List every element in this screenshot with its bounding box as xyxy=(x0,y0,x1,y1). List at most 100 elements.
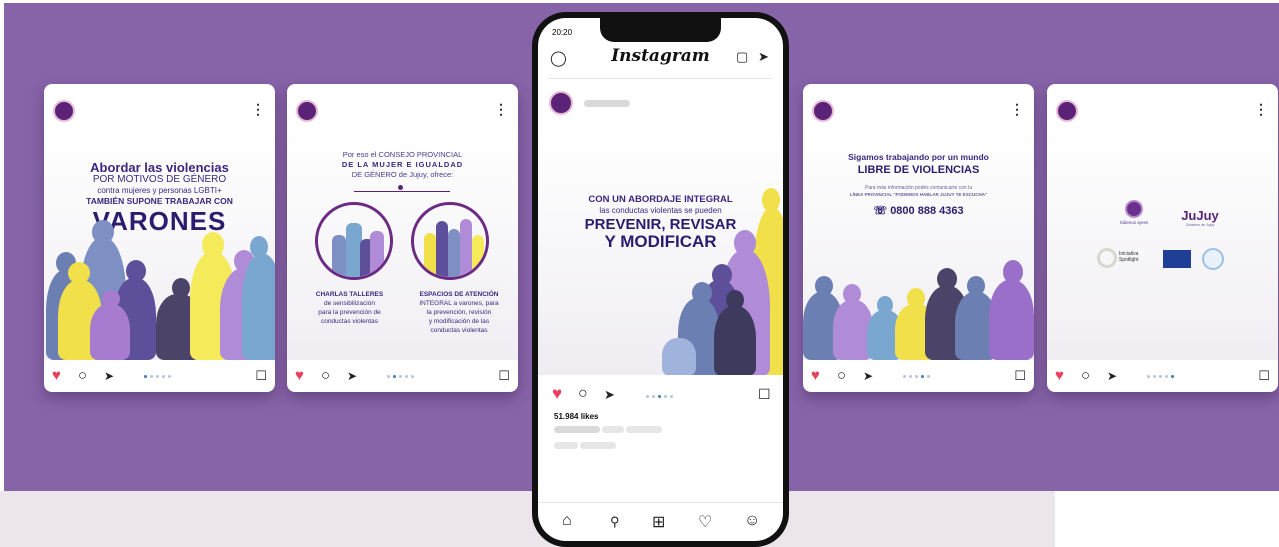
like-heart-icon[interactable]: ♥ xyxy=(295,368,304,384)
comment-icon[interactable]: ○ xyxy=(837,368,846,384)
comment-placeholder xyxy=(580,442,616,449)
bookmark-icon[interactable]: ☐ xyxy=(1258,368,1270,384)
post-card-4[interactable]: ⋮ Súlenos ayres JuJuy Gobierno de Jujuy … xyxy=(1047,84,1278,392)
comment-icon[interactable]: ○ xyxy=(578,386,588,402)
activity-heart-icon[interactable]: ♡ xyxy=(698,512,712,532)
more-options-icon[interactable]: ⋮ xyxy=(1254,102,1268,116)
caption-placeholder xyxy=(554,426,600,433)
add-icon[interactable]: ⊞ xyxy=(652,512,665,532)
card3-line2: LIBRE DE VIOLENCIAS xyxy=(857,164,980,176)
search-icon[interactable]: ⚲ xyxy=(610,514,620,530)
right-line3: la prevención, revisión xyxy=(426,309,492,316)
card-title-line3: contra mujeres y personas LGBTI+ xyxy=(97,186,222,195)
spotlight-logo-icon xyxy=(1097,248,1117,268)
username-placeholder xyxy=(584,100,630,107)
right-title: ESPACIOS DE ATENCIÓN xyxy=(419,291,499,298)
messenger-icon[interactable]: ▢ xyxy=(736,49,748,65)
avatar[interactable] xyxy=(812,100,834,122)
logo2-text: JuJuy xyxy=(1181,208,1219,223)
carousel-dots xyxy=(387,375,414,378)
post-image[interactable]: CON UN ABORDAJE INTEGRAL las conductas v… xyxy=(538,130,783,375)
comment-icon[interactable]: ○ xyxy=(78,368,87,384)
left-column: CHARLAS TALLERES de sensibilización para… xyxy=(297,290,402,326)
avatar[interactable] xyxy=(296,100,318,122)
post-image[interactable]: Súlenos ayres JuJuy Gobierno de Jujuy In… xyxy=(1047,128,1278,360)
post-line2: las conductas violentas se pueden xyxy=(599,206,722,215)
bookmark-icon[interactable]: ☐ xyxy=(1014,368,1026,384)
card3-phone: ☏ 0800 888 4363 xyxy=(873,205,964,217)
avatar[interactable] xyxy=(549,91,573,115)
post-image[interactable]: Abordar las violencias POR MOTIVOS DE GÉ… xyxy=(44,128,275,360)
status-time: 20:20 xyxy=(552,28,573,37)
post-card-3[interactable]: ⋮ Sigamos trabajando por un mundo LIBRE … xyxy=(803,84,1034,392)
carousel-dots xyxy=(646,395,673,398)
logo2-subtext: Gobierno de Jujuy xyxy=(1185,223,1215,227)
post-actions: ♥ ○ ➤ ☐ xyxy=(1047,360,1278,392)
share-icon[interactable]: ➤ xyxy=(347,368,357,384)
share-icon[interactable]: ➤ xyxy=(604,387,615,403)
caption-placeholder xyxy=(626,426,662,433)
connector-dot xyxy=(398,185,403,190)
avatar[interactable] xyxy=(1056,100,1078,122)
post-card-1[interactable]: ⋮ Abordar las violencias POR MOTIVOS DE … xyxy=(44,84,275,392)
right-line4: y modificación de las xyxy=(428,318,490,325)
like-heart-icon[interactable]: ♥ xyxy=(552,385,562,402)
bottom-nav: ⌂ ⚲ ⊞ ♡ ☺ xyxy=(538,502,783,538)
direct-share-icon[interactable]: ➤ xyxy=(758,49,769,65)
post-actions: ♥ ○ ➤ ☐ xyxy=(44,360,275,392)
post-actions: ♥ ○ ➤ ☐ xyxy=(287,360,518,392)
avatar[interactable] xyxy=(53,100,75,122)
post-header: ⋮ xyxy=(287,84,518,128)
right-line5: conductas violentas xyxy=(430,327,488,334)
like-heart-icon[interactable]: ♥ xyxy=(811,368,820,384)
card-title-line4: TAMBIÉN SUPONE TRABAJAR CON xyxy=(86,196,233,206)
bookmark-icon[interactable]: ☐ xyxy=(255,368,267,384)
carousel-dots xyxy=(144,375,171,378)
stage: ⋮ Abordar las violencias POR MOTIVOS DE … xyxy=(0,0,1279,547)
phone-number: 0800 888 4363 xyxy=(890,205,964,217)
connector-line xyxy=(354,191,450,192)
left-line3: para la prevención de xyxy=(318,309,381,316)
like-heart-icon[interactable]: ♥ xyxy=(1055,368,1064,384)
bookmark-icon[interactable]: ☐ xyxy=(758,386,771,402)
left-title: CHARLAS TALLERES xyxy=(315,291,384,298)
comment-placeholder xyxy=(554,442,578,449)
share-icon[interactable]: ➤ xyxy=(104,368,114,384)
caption-placeholder xyxy=(602,426,624,433)
carousel-dots xyxy=(1147,375,1174,378)
share-icon[interactable]: ➤ xyxy=(1107,368,1117,384)
more-options-icon[interactable]: ⋮ xyxy=(1010,102,1024,116)
phone-mockup: 20:20 Instagram ◯ ▢ ➤ CON UN ABORDAJE IN… xyxy=(532,12,789,547)
more-options-icon[interactable]: ⋮ xyxy=(251,102,265,116)
flower-logo-icon xyxy=(1127,202,1141,216)
intro-line2: DE LA MUJER E IGUALDAD xyxy=(341,160,464,169)
home-icon[interactable]: ⌂ xyxy=(562,512,572,530)
post-header: ⋮ xyxy=(44,84,275,128)
intro-line3: DE GÉNERO de Jujuy, ofrece: xyxy=(351,170,454,179)
like-heart-icon[interactable]: ♥ xyxy=(52,368,61,384)
comment-icon[interactable]: ○ xyxy=(321,368,330,384)
intro-line1: Por eso el CONSEJO PROVINCIAL xyxy=(342,150,463,159)
right-line2: INTEGRAL a varones, para xyxy=(419,300,499,307)
left-line2: de sensibilización xyxy=(324,300,375,307)
post-header: ⋮ xyxy=(803,84,1034,128)
share-icon[interactable]: ➤ xyxy=(863,368,873,384)
bookmark-icon[interactable]: ☐ xyxy=(498,368,510,384)
card-title-line2: POR MOTIVOS DE GÉNERO xyxy=(92,174,227,185)
post-actions: ♥ ○ ➤ ☐ xyxy=(803,360,1034,392)
circle-right xyxy=(411,202,489,280)
camera-icon[interactable]: ◯ xyxy=(550,49,567,67)
phone-screen: 20:20 Instagram ◯ ▢ ➤ CON UN ABORDAJE IN… xyxy=(538,18,783,541)
card3-line4: LÍNEA PROVINCIAL "PODEMOS HABLAR JUJUY T… xyxy=(849,192,988,197)
post-image[interactable]: Por eso el CONSEJO PROVINCIAL DE LA MUJE… xyxy=(287,128,518,360)
post-image[interactable]: Sigamos trabajando por un mundo LIBRE DE… xyxy=(803,128,1034,360)
right-column: ESPACIOS DE ATENCIÓN INTEGRAL a varones,… xyxy=(405,290,513,335)
likes-count: 51.984 likes xyxy=(554,412,599,421)
card-title-line1: Abordar las violencias xyxy=(90,160,229,175)
post-card-2[interactable]: ⋮ Por eso el CONSEJO PROVINCIAL DE LA MU… xyxy=(287,84,518,392)
left-line4: conductas violentas xyxy=(320,318,379,325)
comment-icon[interactable]: ○ xyxy=(1081,368,1090,384)
more-options-icon[interactable]: ⋮ xyxy=(494,102,508,116)
profile-icon[interactable]: ☺ xyxy=(744,512,760,530)
header-divider xyxy=(548,78,773,79)
